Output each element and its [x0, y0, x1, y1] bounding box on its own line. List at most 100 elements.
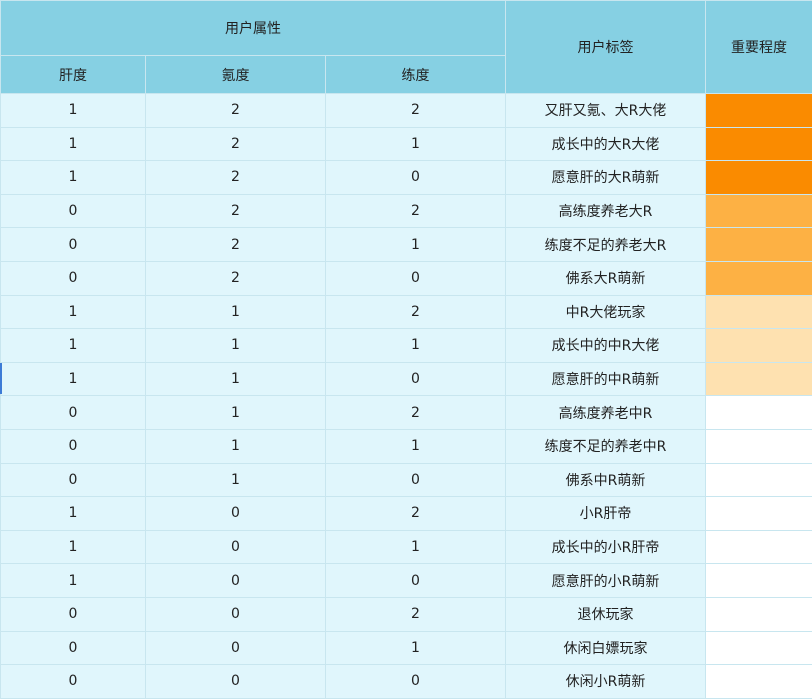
table-row[interactable]: 0 2 0 佛系大R萌新 — [0, 260, 812, 296]
cell-ke-du[interactable]: 2 — [145, 260, 326, 296]
cell-lian-du[interactable]: 0 — [325, 260, 506, 296]
cell-ke-du[interactable]: 0 — [145, 529, 326, 565]
cell-importance[interactable] — [705, 664, 812, 699]
cell-user-tag[interactable]: 练度不足的养老大R — [505, 227, 706, 262]
cell-lian-du[interactable]: 0 — [325, 664, 506, 699]
cell-ke-du[interactable]: 0 — [145, 664, 326, 699]
cell-user-tag[interactable]: 愿意肝的大R萌新 — [505, 160, 706, 195]
cell-gan-du[interactable]: 0 — [0, 227, 146, 262]
table-row[interactable]: 0 1 0 佛系中R萌新 — [0, 462, 812, 498]
cell-importance[interactable] — [705, 428, 812, 464]
cell-lian-du[interactable]: 1 — [325, 529, 506, 565]
cell-importance[interactable] — [705, 563, 812, 598]
cell-ke-du[interactable]: 2 — [145, 93, 326, 128]
header-gan-du[interactable]: 肝度 — [0, 55, 146, 94]
cell-user-tag[interactable]: 愿意肝的小R萌新 — [505, 563, 706, 598]
cell-ke-du[interactable]: 0 — [145, 563, 326, 598]
cell-gan-du[interactable]: 1 — [0, 563, 146, 598]
table-row[interactable]: 1 0 2 小R肝帝 — [0, 496, 812, 531]
cell-importance[interactable] — [705, 630, 812, 666]
cell-importance[interactable] — [705, 227, 812, 262]
cell-lian-du[interactable]: 1 — [325, 428, 506, 464]
cell-lian-du[interactable]: 0 — [325, 563, 506, 598]
cell-gan-du[interactable]: 0 — [0, 596, 146, 632]
cell-user-tag[interactable]: 成长中的大R大佬 — [505, 126, 706, 162]
cell-importance[interactable] — [705, 260, 812, 296]
cell-lian-du[interactable]: 2 — [325, 193, 506, 229]
cell-user-tag[interactable]: 成长中的中R大佬 — [505, 328, 706, 363]
cell-ke-du[interactable]: 0 — [145, 630, 326, 666]
cell-gan-du[interactable]: 1 — [0, 160, 146, 195]
table-row[interactable]: 1 0 0 愿意肝的小R萌新 — [0, 563, 812, 598]
cell-importance[interactable] — [705, 328, 812, 363]
cell-lian-du[interactable]: 1 — [325, 126, 506, 162]
cell-lian-du[interactable]: 0 — [325, 361, 506, 397]
cell-lian-du[interactable]: 2 — [325, 496, 506, 531]
cell-user-tag[interactable]: 中R大佬玩家 — [505, 294, 706, 330]
cell-lian-du[interactable]: 2 — [325, 93, 506, 128]
cell-importance[interactable] — [705, 193, 812, 229]
cell-ke-du[interactable]: 1 — [145, 462, 326, 498]
cell-gan-du[interactable]: 1 — [0, 93, 146, 128]
cell-ke-du[interactable]: 1 — [145, 294, 326, 330]
cell-importance[interactable] — [705, 462, 812, 498]
table-row[interactable]: 0 1 1 练度不足的养老中R — [0, 428, 812, 464]
cell-importance[interactable] — [705, 596, 812, 632]
cell-user-tag[interactable]: 休闲白嫖玩家 — [505, 630, 706, 666]
cell-lian-du[interactable]: 1 — [325, 227, 506, 262]
cell-gan-du[interactable]: 1 — [0, 328, 146, 363]
cell-ke-du[interactable]: 2 — [145, 193, 326, 229]
cell-ke-du[interactable]: 1 — [145, 428, 326, 464]
cell-importance[interactable] — [705, 496, 812, 531]
cell-user-tag[interactable]: 退休玩家 — [505, 596, 706, 632]
table-row[interactable]: 1 2 2 又肝又氪、大R大佬 — [0, 93, 812, 128]
table-row[interactable]: 0 0 2 退休玩家 — [0, 596, 812, 632]
cell-gan-du[interactable]: 1 — [0, 361, 146, 397]
cell-importance[interactable] — [705, 93, 812, 128]
cell-lian-du[interactable]: 2 — [325, 596, 506, 632]
table-row[interactable]: 1 2 0 愿意肝的大R萌新 — [0, 160, 812, 195]
table-row[interactable]: 1 1 1 成长中的中R大佬 — [0, 328, 812, 363]
cell-ke-du[interactable]: 2 — [145, 126, 326, 162]
cell-lian-du[interactable]: 1 — [325, 630, 506, 666]
cell-gan-du[interactable]: 1 — [0, 529, 146, 565]
table-row[interactable]: 0 1 2 高练度养老中R — [0, 395, 812, 430]
header-importance[interactable]: 重要程度 — [705, 0, 812, 94]
table-row[interactable]: 1 0 1 成长中的小R肝帝 — [0, 529, 812, 565]
cell-user-tag[interactable]: 又肝又氪、大R大佬 — [505, 93, 706, 128]
cell-user-tag[interactable]: 练度不足的养老中R — [505, 428, 706, 464]
table-row[interactable]: 0 0 1 休闲白嫖玩家 — [0, 630, 812, 666]
cell-user-tag[interactable]: 愿意肝的中R萌新 — [505, 361, 706, 397]
cell-gan-du[interactable]: 0 — [0, 260, 146, 296]
cell-user-tag[interactable]: 佛系中R萌新 — [505, 462, 706, 498]
cell-importance[interactable] — [705, 160, 812, 195]
cell-importance[interactable] — [705, 361, 812, 397]
cell-ke-du[interactable]: 2 — [145, 227, 326, 262]
cell-lian-du[interactable]: 2 — [325, 395, 506, 430]
cell-ke-du[interactable]: 0 — [145, 596, 326, 632]
cell-gan-du[interactable]: 0 — [0, 428, 146, 464]
cell-user-tag[interactable]: 佛系大R萌新 — [505, 260, 706, 296]
cell-gan-du[interactable]: 1 — [0, 294, 146, 330]
cell-ke-du[interactable]: 1 — [145, 395, 326, 430]
cell-gan-du[interactable]: 0 — [0, 664, 146, 699]
table-row[interactable]: 1 2 1 成长中的大R大佬 — [0, 126, 812, 162]
table-row[interactable]: 0 2 2 高练度养老大R — [0, 193, 812, 229]
cell-importance[interactable] — [705, 395, 812, 430]
header-user-attributes[interactable]: 用户属性 — [0, 0, 506, 56]
header-lian-du[interactable]: 练度 — [325, 55, 506, 94]
cell-gan-du[interactable]: 0 — [0, 395, 146, 430]
cell-user-tag[interactable]: 高练度养老大R — [505, 193, 706, 229]
cell-gan-du[interactable]: 0 — [0, 462, 146, 498]
cell-gan-du[interactable]: 0 — [0, 193, 146, 229]
cell-user-tag[interactable]: 高练度养老中R — [505, 395, 706, 430]
cell-gan-du[interactable]: 0 — [0, 630, 146, 666]
cell-user-tag[interactable]: 小R肝帝 — [505, 496, 706, 531]
cell-lian-du[interactable]: 0 — [325, 462, 506, 498]
cell-gan-du[interactable]: 1 — [0, 126, 146, 162]
cell-importance[interactable] — [705, 126, 812, 162]
cell-user-tag[interactable]: 成长中的小R肝帝 — [505, 529, 706, 565]
cell-gan-du[interactable]: 1 — [0, 496, 146, 531]
table-row[interactable]: 1 1 2 中R大佬玩家 — [0, 294, 812, 330]
table-row[interactable]: 0 0 0 休闲小R萌新 — [0, 664, 812, 699]
